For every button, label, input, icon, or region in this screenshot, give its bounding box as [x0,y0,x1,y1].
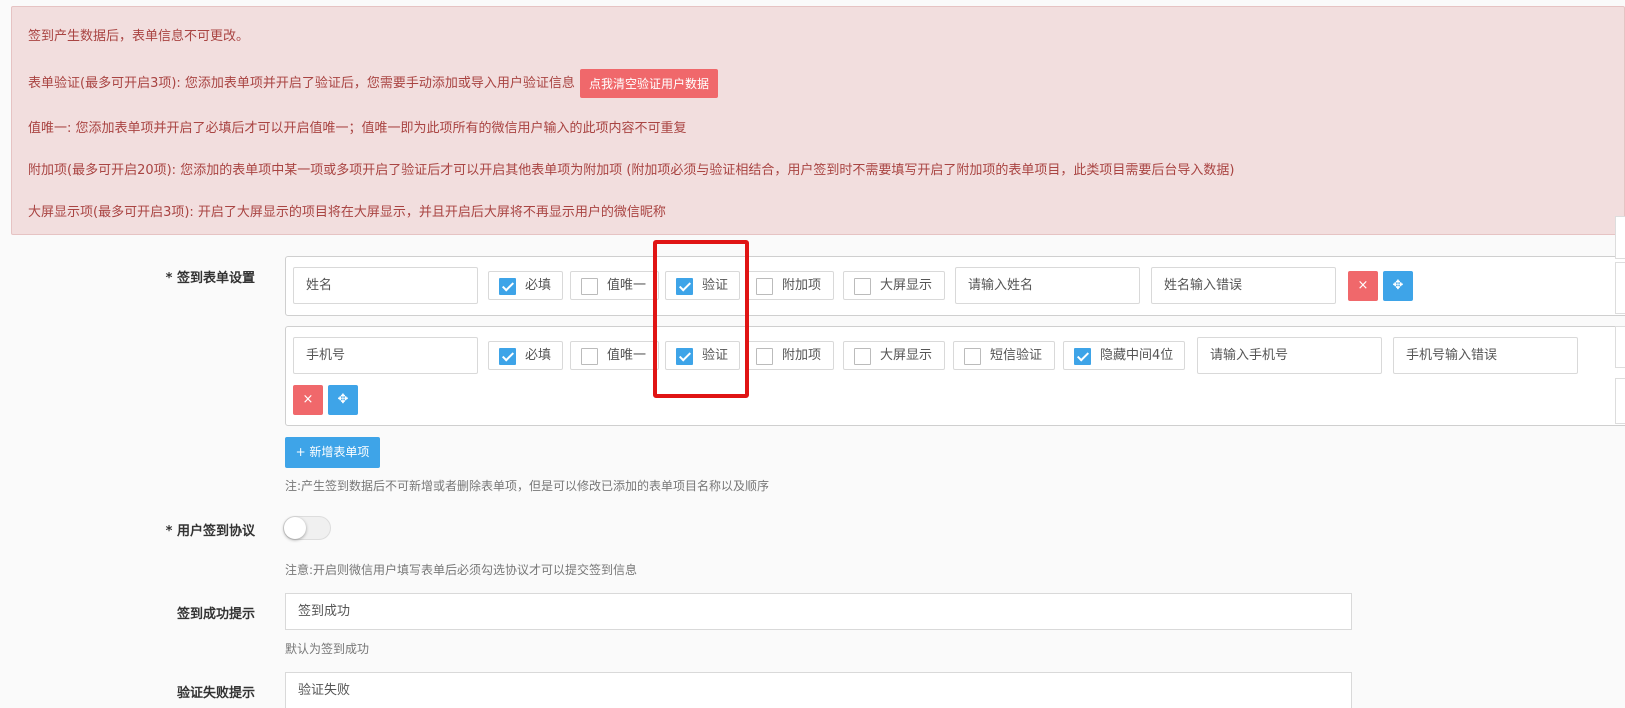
form-settings-label: * 签到表单设置 [165,271,255,286]
alert-line-verify: 表单验证(最多可开启3项): 您添加表单项并开启了验证后，您需要手动添加或导入用… [28,69,718,98]
checkbox-label: 值唯一 [607,348,647,363]
item-name-input[interactable]: 手机号 [293,337,478,374]
checkbox-unchecked-icon [581,348,598,365]
bigscreen-checkbox[interactable]: 大屏显示 [843,341,945,370]
delete-item-button[interactable]: × [293,385,323,415]
verify-checkbox[interactable]: 验证 [665,271,740,300]
edge-panel-tab [1615,378,1625,424]
error-message-input[interactable]: 手机号输入错误 [1393,337,1578,374]
agreement-label: * 用户签到协议 [165,524,255,539]
drag-handle-button[interactable]: ✥ [328,385,358,415]
checkbox-checked-icon [676,348,693,365]
fail-tip-label: 验证失败提示 [176,686,255,701]
delete-item-button[interactable]: × [1348,271,1378,301]
extra-checkbox[interactable]: 附加项 [745,271,834,300]
checkbox-label: 附加项 [782,348,822,363]
agreement-note: 注意:开启则微信用户填写表单后必须勾选协议才可以提交签到信息 [285,563,638,577]
alert-verify-text: 表单验证(最多可开启3项): 您添加表单项并开启了验证后，您需要手动添加或导入用… [28,76,575,91]
edge-panel-tab [1615,326,1625,368]
checkbox-label: 必填 [525,278,552,293]
checkbox-label: 必填 [525,348,552,363]
toggle-knob [284,517,306,539]
item-name-input[interactable]: 姓名 [293,267,478,304]
edge-panel-tab [1615,262,1625,314]
agreement-toggle[interactable] [283,516,331,540]
checkbox-unchecked-icon [964,348,981,365]
form-settings-note: 注:产生签到数据后不可新增或者删除表单项，但是可以修改已添加的表单项目名称以及顺… [285,479,770,493]
checkbox-label: 值唯一 [607,278,647,293]
unique-checkbox[interactable]: 值唯一 [570,341,659,370]
drag-handle-button[interactable]: ✥ [1383,271,1413,301]
checkbox-unchecked-icon [581,278,598,295]
alert-line-extra: 附加项(最多可开启20项): 您添加的表单项中某一项或多项开启了验证后才可以开启… [28,163,1235,178]
checkbox-unchecked-icon [854,348,871,365]
checkbox-checked-icon [499,348,516,365]
success-tip-label: 签到成功提示 [176,607,255,622]
placeholder-input[interactable]: 请输入姓名 [955,267,1140,304]
checkbox-label: 验证 [702,278,729,293]
sms-verify-checkbox[interactable]: 短信验证 [953,341,1055,370]
edge-panel-tab [1615,216,1625,259]
error-message-input[interactable]: 姓名输入错误 [1151,267,1336,304]
checkbox-unchecked-icon [756,278,773,295]
checkbox-unchecked-icon [756,348,773,365]
checkbox-checked-icon [1074,348,1091,365]
alert-line-lock: 签到产生数据后，表单信息不可更改。 [28,29,250,44]
placeholder-input[interactable]: 请输入手机号 [1197,337,1382,374]
success-tip-note: 默认为签到成功 [285,642,370,656]
required-checkbox[interactable]: 必填 [488,271,563,300]
checkbox-checked-icon [499,278,516,295]
checkbox-checked-icon [676,278,693,295]
info-alert: 签到产生数据后，表单信息不可更改。 表单验证(最多可开启3项): 您添加表单项并… [11,6,1625,235]
checkbox-label: 验证 [702,348,729,363]
extra-checkbox[interactable]: 附加项 [745,341,834,370]
checkbox-label: 大屏显示 [880,348,933,363]
checkbox-label: 短信验证 [990,348,1043,363]
add-form-item-button[interactable]: + 新增表单项 [285,437,380,468]
required-checkbox[interactable]: 必填 [488,341,563,370]
clear-verify-data-button[interactable]: 点我清空验证用户数据 [579,69,718,98]
alert-line-unique: 值唯一: 您添加表单项并开启了必填后才可以开启值唯一；值唯一即为此项所有的微信用… [28,121,687,136]
success-tip-input[interactable]: 签到成功 [285,593,1352,630]
hide-middle-digits-checkbox[interactable]: 隐藏中间4位 [1063,341,1185,370]
checkbox-label: 隐藏中间4位 [1100,348,1174,363]
unique-checkbox[interactable]: 值唯一 [570,271,659,300]
fail-tip-input[interactable]: 验证失败 [285,672,1352,708]
verify-checkbox[interactable]: 验证 [665,341,740,370]
alert-line-bigscreen: 大屏显示项(最多可开启3项): 开启了大屏显示的项目将在大屏显示，并且开启后大屏… [28,205,666,220]
checkbox-label: 大屏显示 [880,278,933,293]
checkbox-unchecked-icon [854,278,871,295]
checkbox-label: 附加项 [782,278,822,293]
bigscreen-checkbox[interactable]: 大屏显示 [843,271,945,300]
